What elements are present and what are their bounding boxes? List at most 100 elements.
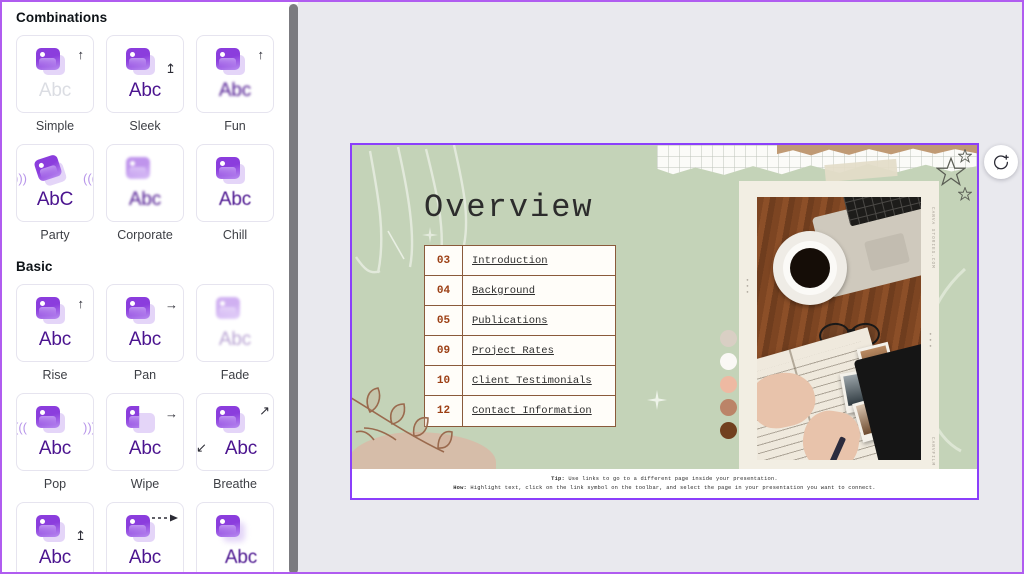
preview-text: Abc (38, 80, 72, 101)
table-row[interactable]: 09 Project Rates (425, 336, 615, 366)
animation-card-row4-1[interactable]: ↥ Abc (16, 502, 94, 572)
slide-title[interactable]: Overview (424, 189, 594, 226)
animation-card-pop[interactable]: ((( ))) Abc (16, 393, 94, 471)
toc-link[interactable]: Background (463, 276, 615, 305)
animation-card-row4-2[interactable]: Abc (106, 502, 184, 572)
animation-label-simple: Simple (35, 119, 75, 133)
branch-decoration (352, 387, 453, 453)
preview-text: Abc (38, 547, 72, 568)
animation-card-rise[interactable]: ↑ Abc (16, 284, 94, 362)
film-watermark-bottom: CANVFILM (930, 436, 935, 466)
animation-card-corporate[interactable]: Abc (106, 144, 184, 222)
animation-card-fade[interactable]: Abc (196, 284, 274, 362)
animation-label-rise: Rise (42, 368, 68, 382)
animation-side-panel: Combinations ↑ Abc Simple ↥ Abc Sleek ↑ … (2, 2, 288, 572)
basic-grid: ↑ Abc Rise → Abc Pan Abc Fade (()) Abc … (16, 284, 274, 572)
animation-preview-row4-1: ↥ Abc (24, 513, 86, 569)
animation-preview-sleek: ↥ Abc (114, 46, 176, 102)
animation-option-fade[interactable]: Abc Fade (196, 284, 274, 383)
color-swatch (720, 330, 737, 347)
animation-preview-fun: ↑ Abc (204, 46, 266, 102)
preview-text: Abc (224, 438, 258, 459)
tip-text: Use links to go to a different page insi… (564, 476, 778, 483)
arrow-right-icon: → (165, 406, 178, 421)
animation-label-party: Party (40, 228, 70, 242)
animation-option-row4-3[interactable]: Abc (196, 502, 274, 572)
sparkle-icon (647, 390, 667, 410)
color-swatch (720, 422, 737, 439)
color-swatch (720, 353, 737, 370)
color-swatch-group (720, 330, 737, 445)
animation-option-row4-1[interactable]: ↥ Abc (16, 502, 94, 572)
animation-preview-chill: Abc (204, 155, 266, 211)
animation-preview-pop: ((( ))) Abc (17, 404, 93, 460)
animation-card-fun[interactable]: ↑ Abc (196, 35, 274, 113)
animation-option-breathe[interactable]: ↗ ↙ Abc Breathe (196, 393, 274, 492)
motion-wave-left-icon: ))) (17, 171, 27, 186)
animation-preview-wipe: → Abc (114, 404, 178, 460)
arrow-right-icon: → (165, 297, 178, 312)
arrow-up-in-icon: ↥ (165, 61, 176, 76)
film-sprocket-mark: ●●● (745, 277, 750, 295)
toc-number: 05 (425, 306, 463, 335)
image-icon (216, 297, 240, 319)
animation-label-sleek: Sleek (129, 119, 161, 133)
animation-option-simple[interactable]: ↑ Abc Simple (16, 35, 94, 134)
animation-card-pan[interactable]: → Abc (106, 284, 184, 362)
preview-text: Abc (128, 80, 162, 101)
animation-preview-row4-2: Abc (114, 513, 178, 569)
animation-preview-party: ))) ((( AbC (17, 153, 93, 211)
animation-card-wipe[interactable]: → Abc (106, 393, 184, 471)
animation-option-corporate[interactable]: Abc Corporate (106, 144, 184, 243)
image-icon (36, 297, 60, 319)
animation-card-sleek[interactable]: ↥ Abc (106, 35, 184, 113)
arrow-up-icon: ↑ (77, 296, 85, 311)
preview-text: Abc (128, 329, 162, 350)
animation-option-pop[interactable]: ((( ))) Abc Pop (16, 393, 94, 492)
animation-card-simple[interactable]: ↑ Abc (16, 35, 94, 113)
table-row[interactable]: 03 Introduction (425, 246, 615, 276)
animation-preview-pan: → Abc (114, 295, 178, 351)
table-row[interactable]: 05 Publications (425, 306, 615, 336)
animation-option-pan[interactable]: → Abc Pan (106, 284, 184, 383)
toc-link[interactable]: Project Rates (463, 336, 615, 365)
animation-option-sleek[interactable]: ↥ Abc Sleek (106, 35, 184, 134)
film-sprocket-mark: ●●● (928, 331, 933, 349)
tip-label: Tip: (551, 476, 565, 483)
tip-line-2: How: Highlight text, click on the link s… (453, 484, 876, 492)
toc-link[interactable]: Introduction (463, 246, 615, 275)
preview-text: Abc (218, 189, 252, 210)
animation-card-party[interactable]: ))) ((( AbC (16, 144, 94, 222)
animation-option-chill[interactable]: Abc Chill (196, 144, 274, 243)
image-icon (216, 515, 240, 537)
slide-tip-bar: Tip: Use links to go to a different page… (352, 469, 977, 498)
animation-option-row4-2[interactable]: Abc (106, 502, 184, 572)
toc-number: 03 (425, 246, 463, 275)
arrow-up-right-icon: ↗ (259, 403, 270, 418)
animation-option-party[interactable]: ))) ((( AbC Party (16, 144, 94, 243)
animation-card-breathe[interactable]: ↗ ↙ Abc (196, 393, 274, 471)
animation-label-fun: Fun (224, 119, 246, 133)
table-row[interactable]: 04 Background (425, 276, 615, 306)
panel-scrollbar-thumb[interactable] (289, 4, 298, 572)
toc-link[interactable]: Publications (463, 306, 615, 335)
animation-card-row4-3[interactable]: Abc (196, 502, 274, 572)
arrow-down-left-icon: ↙ (196, 440, 207, 455)
add-comment-button[interactable] (984, 145, 1018, 179)
animation-preview-fade: Abc (204, 295, 266, 351)
how-text: Highlight text, click on the link symbol… (466, 484, 876, 491)
star-doodle-icon (958, 187, 972, 201)
animation-card-chill[interactable]: Abc (196, 144, 274, 222)
image-icon (216, 406, 240, 428)
design-canvas-area[interactable]: Overview 03 Introduction 04 Background 0… (298, 2, 1022, 572)
image-icon (36, 48, 60, 70)
app-viewport: Combinations ↑ Abc Simple ↥ Abc Sleek ↑ … (0, 0, 1024, 574)
animation-option-rise[interactable]: ↑ Abc Rise (16, 284, 94, 383)
preview-text: Abc (128, 189, 162, 210)
animation-option-wipe[interactable]: → Abc Wipe (106, 393, 184, 492)
animation-label-pop: Pop (43, 477, 67, 491)
selected-slide[interactable]: Overview 03 Introduction 04 Background 0… (350, 143, 979, 500)
animation-option-fun[interactable]: ↑ Abc Fun (196, 35, 274, 134)
how-label: How: (453, 484, 467, 491)
photo-frame[interactable]: CANVA STORIES.COM CANVFILM ●●● ●●● (739, 181, 939, 476)
